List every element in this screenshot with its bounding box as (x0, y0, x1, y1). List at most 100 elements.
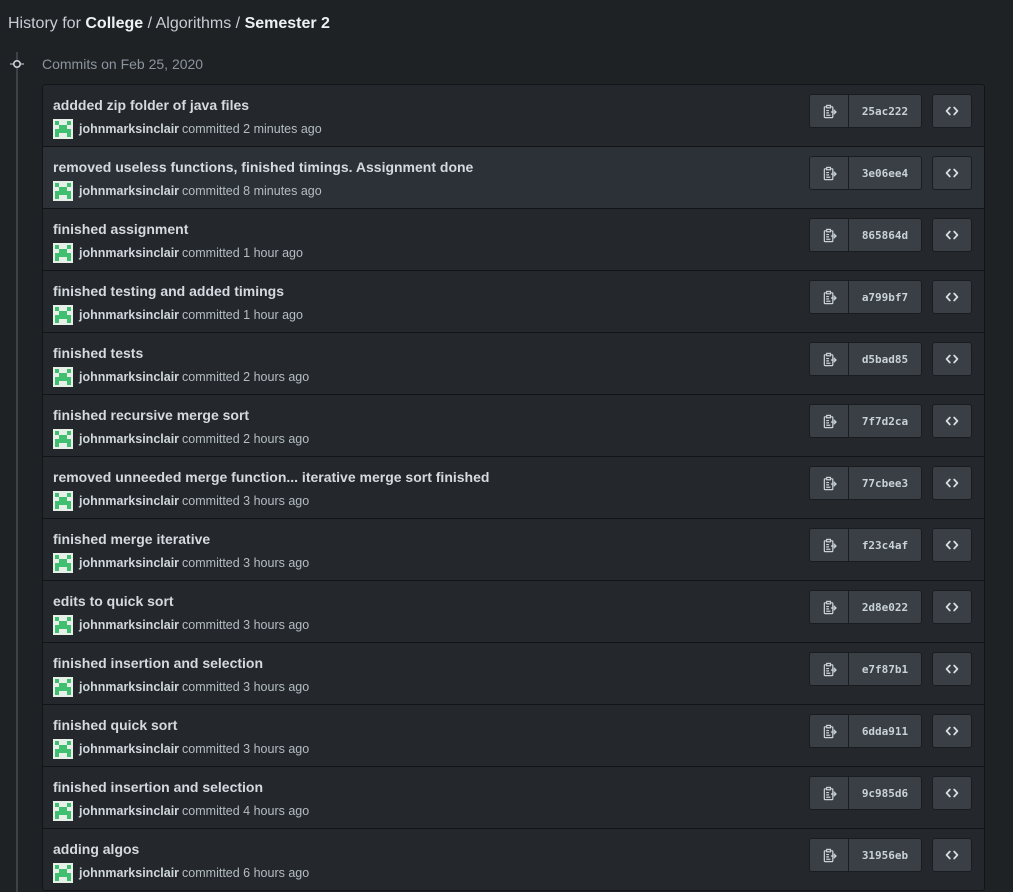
commit-sha-link[interactable]: f23c4af (849, 529, 921, 561)
browse-repo-button[interactable] (932, 94, 972, 128)
browse-repo-button[interactable] (932, 652, 972, 686)
author-link[interactable]: johnmarksinclair (79, 680, 179, 694)
author-link[interactable]: johnmarksinclair (79, 184, 179, 198)
commit-row[interactable]: finished quick sort johnmarksinclair commi… (43, 705, 984, 767)
copy-sha-button[interactable] (810, 157, 849, 189)
commit-title-link[interactable]: finished recursive merge sort (53, 407, 249, 423)
code-icon (945, 290, 959, 304)
copy-sha-button[interactable] (810, 653, 849, 685)
commit-sha-link[interactable]: 25ac222 (849, 95, 921, 127)
copy-sha-button[interactable] (810, 467, 849, 499)
browse-repo-button[interactable] (932, 528, 972, 562)
browse-repo-button[interactable] (932, 218, 972, 252)
author-link[interactable]: johnmarksinclair (79, 122, 179, 136)
author-link[interactable]: johnmarksinclair (79, 804, 179, 818)
avatar[interactable] (53, 119, 73, 139)
browse-repo-button[interactable] (932, 590, 972, 624)
author-link[interactable]: johnmarksinclair (79, 370, 179, 384)
commit-title-link[interactable]: edits to quick sort (53, 593, 174, 609)
commit-sha-link[interactable]: e7f87b1 (849, 653, 921, 685)
copy-sha-button[interactable] (810, 281, 849, 313)
commit-row[interactable]: finished assignment johnmarksinclair commi… (43, 209, 984, 271)
commit-sha-link[interactable]: 3e06ee4 (849, 157, 921, 189)
commit-sha-link[interactable]: 6dda911 (849, 715, 921, 747)
copy-sha-button[interactable] (810, 343, 849, 375)
commit-title-link[interactable]: finished insertion and selection (53, 779, 263, 795)
commit-title-link[interactable]: removed useless functions, finished timi… (53, 159, 473, 175)
author-link[interactable]: johnmarksinclair (79, 618, 179, 632)
author-link[interactable]: johnmarksinclair (79, 742, 179, 756)
commit-time: committed 1 hour ago (182, 308, 303, 322)
author-link[interactable]: johnmarksinclair (79, 866, 179, 880)
avatar[interactable] (53, 801, 73, 821)
commit-sha-link[interactable]: a799bf7 (849, 281, 921, 313)
browse-repo-button[interactable] (932, 280, 972, 314)
author-link[interactable]: johnmarksinclair (79, 308, 179, 322)
browse-repo-button[interactable] (932, 776, 972, 810)
commit-sha-link[interactable]: 2d8e022 (849, 591, 921, 623)
avatar[interactable] (53, 553, 73, 573)
commit-row[interactable]: finished insertion and selection johnmark… (43, 767, 984, 829)
browse-repo-button[interactable] (932, 714, 972, 748)
commit-row[interactable]: adding algos johnmarksinclair committed 6 … (43, 829, 984, 890)
commit-title-link[interactable]: removed unneeded merge function... itera… (53, 469, 489, 485)
commit-sha-link[interactable]: 31956eb (849, 839, 921, 871)
copy-sha-button[interactable] (810, 777, 849, 809)
copy-sha-button[interactable] (810, 219, 849, 251)
commit-sha-link[interactable]: 77cbee3 (849, 467, 921, 499)
avatar[interactable] (53, 491, 73, 511)
clipboard-icon (822, 166, 837, 181)
author-link[interactable]: johnmarksinclair (79, 432, 179, 446)
copy-sha-button[interactable] (810, 591, 849, 623)
copy-sha-button[interactable] (810, 529, 849, 561)
avatar[interactable] (53, 615, 73, 635)
avatar[interactable] (53, 181, 73, 201)
commit-title-link[interactable]: finished tests (53, 345, 143, 361)
browse-repo-button[interactable] (932, 838, 972, 872)
commit-row[interactable]: finished testing and added timings johnma… (43, 271, 984, 333)
copy-sha-button[interactable] (810, 839, 849, 871)
copy-sha-button[interactable] (810, 95, 849, 127)
path-dir-link[interactable]: Algorithms (156, 15, 232, 32)
commit-sha-link[interactable]: 865864d (849, 219, 921, 251)
browse-repo-button[interactable] (932, 156, 972, 190)
avatar[interactable] (53, 429, 73, 449)
copy-sha-button[interactable] (810, 715, 849, 747)
commit-title-link[interactable]: finished testing and added timings (53, 283, 284, 299)
commit-row[interactable]: removed useless functions, finished timi… (43, 147, 984, 209)
commit-title-link[interactable]: finished merge iterative (53, 531, 210, 547)
copy-sha-button[interactable] (810, 405, 849, 437)
commit-title-link[interactable]: addded zip folder of java files (53, 97, 249, 113)
avatar[interactable] (53, 243, 73, 263)
author-link[interactable]: johnmarksinclair (79, 556, 179, 570)
avatar[interactable] (53, 739, 73, 759)
avatar[interactable] (53, 305, 73, 325)
sha-button-group: f23c4af (809, 528, 922, 562)
commit-title-link[interactable]: finished assignment (53, 221, 188, 237)
commit-row[interactable]: finished recursive merge sort johnmarksin… (43, 395, 984, 457)
avatar[interactable] (53, 863, 73, 883)
commit-row[interactable]: addded zip folder of java files johnmarks… (43, 85, 984, 147)
author-link[interactable]: johnmarksinclair (79, 494, 179, 508)
author-link[interactable]: johnmarksinclair (79, 246, 179, 260)
commit-row[interactable]: finished insertion and selection johnmark… (43, 643, 984, 705)
code-icon (945, 104, 959, 118)
avatar[interactable] (53, 677, 73, 697)
browse-repo-button[interactable] (932, 342, 972, 376)
commit-sha-link[interactable]: 7f7d2ca (849, 405, 921, 437)
commit-row[interactable]: finished tests johnmarksinclair committed … (43, 333, 984, 395)
repo-owner-link[interactable]: College (85, 15, 143, 32)
commit-sha-link[interactable]: d5bad85 (849, 343, 921, 375)
commit-meta: johnmarksinclair committed 3 hours ago (53, 739, 309, 759)
commit-title-link[interactable]: finished insertion and selection (53, 655, 263, 671)
browse-repo-button[interactable] (932, 404, 972, 438)
git-commit-icon (10, 59, 24, 69)
avatar[interactable] (53, 367, 73, 387)
commit-row[interactable]: finished merge iterative johnmarksinclair… (43, 519, 984, 581)
commit-title-link[interactable]: adding algos (53, 841, 139, 857)
commit-title-link[interactable]: finished quick sort (53, 717, 177, 733)
browse-repo-button[interactable] (932, 466, 972, 500)
commit-sha-link[interactable]: 9c985d6 (849, 777, 921, 809)
commit-row[interactable]: edits to quick sort johnmarksinclair commi… (43, 581, 984, 643)
commit-row[interactable]: removed unneeded merge function... itera… (43, 457, 984, 519)
